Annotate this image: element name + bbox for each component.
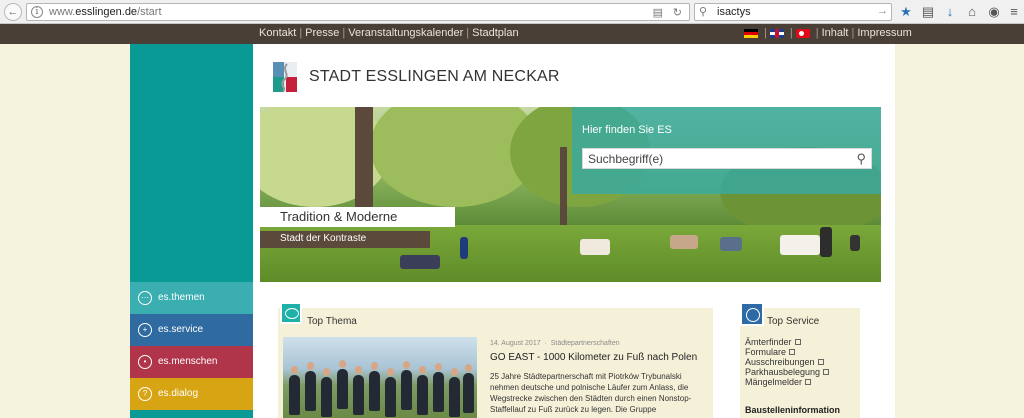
language-links: | | | Inhalt | Impressum bbox=[744, 27, 912, 39]
external-link-icon bbox=[817, 359, 824, 365]
site-top-bar: Kontakt | Presse | Veranstaltungskalender | St… bbox=[0, 24, 1024, 44]
external-link-icon bbox=[794, 339, 801, 345]
main-content: STADT ESSLINGEN AM NECKAR Hier finden Si… bbox=[253, 44, 895, 418]
article-teaser: 25 Jahre Städtepartnerschaft mit Piotrkó… bbox=[490, 372, 692, 414]
ear-icon: ? bbox=[138, 387, 152, 401]
hero-banner: Hier finden Sie ES Suchbegriff(e) ⚲ Trad… bbox=[260, 107, 881, 282]
browser-search-bar[interactable]: ⚲ isactys → bbox=[694, 3, 892, 21]
pocket-icon[interactable]: ◉ bbox=[986, 4, 1002, 20]
back-button[interactable]: ← bbox=[4, 3, 22, 21]
browser-toolbar: ← i www.esslingen.de/start ▤ ↻ ⚲ isactys… bbox=[0, 0, 1024, 24]
article-photo[interactable] bbox=[283, 337, 477, 418]
link-presse[interactable]: Presse bbox=[305, 27, 339, 39]
reader-view-icon[interactable]: ▤ bbox=[653, 6, 663, 19]
sidebar-item-menschen[interactable]: • es.menschen bbox=[130, 346, 253, 378]
left-sidebar: ⋯ es.themen + es.service • es.menschen ?… bbox=[130, 44, 253, 418]
service-link-maengelmelder[interactable]: Mängelmelder bbox=[745, 377, 829, 387]
baustelleninformation-heading[interactable]: Baustelleninformation bbox=[745, 405, 840, 415]
link-impressum[interactable]: Impressum bbox=[857, 27, 911, 39]
search-panel-title: Hier finden Sie ES bbox=[582, 124, 672, 136]
service-link-ausschreibungen[interactable]: Ausschreibungen bbox=[745, 357, 829, 367]
download-icon[interactable]: ↓ bbox=[942, 4, 958, 20]
service-links: Kontakt | Presse | Veranstaltungskalender | St… bbox=[259, 27, 519, 39]
sidebar-item-service[interactable]: + es.service bbox=[130, 314, 253, 346]
site-search-input[interactable]: Suchbegriff(e) ⚲ bbox=[582, 148, 872, 169]
magnifier-icon[interactable]: ⚲ bbox=[856, 151, 866, 167]
search-go-icon[interactable]: → bbox=[877, 5, 888, 17]
search-placeholder: Suchbegriff(e) bbox=[588, 152, 664, 166]
site-logo-text[interactable]: STADT ESSLINGEN AM NECKAR bbox=[309, 68, 560, 86]
turkish-flag-icon[interactable] bbox=[795, 28, 810, 38]
reload-icon[interactable]: ↻ bbox=[673, 6, 682, 19]
german-flag-icon[interactable] bbox=[744, 28, 758, 38]
url-text: www.esslingen.de/start bbox=[49, 6, 162, 18]
external-link-icon bbox=[805, 379, 812, 385]
link-veranstaltungskalender[interactable]: Veranstaltungskalender bbox=[348, 27, 463, 39]
top-service-title: Top Service bbox=[767, 316, 820, 327]
top-service-box: Top Service Ämterfinder Formulare Aussch… bbox=[740, 302, 860, 418]
top-thema-title: Top Thema bbox=[307, 316, 357, 327]
service-link-formulare[interactable]: Formulare bbox=[745, 347, 829, 357]
hero-caption-title: Tradition & Moderne bbox=[260, 207, 455, 227]
search-panel: Hier finden Sie ES Suchbegriff(e) ⚲ bbox=[572, 107, 881, 194]
speech-bubble-icon: ⋯ bbox=[138, 291, 152, 305]
article-headline[interactable]: GO EAST - 1000 Kilometer zu Fuß nach Pol… bbox=[490, 352, 697, 363]
search-icon: ⚲ bbox=[699, 6, 708, 18]
bookmark-star-icon[interactable]: ★ bbox=[898, 4, 914, 20]
top-thema-box: Top Thema 14. August 2017 · Städtepartne… bbox=[278, 302, 713, 418]
sidebar-item-themen[interactable]: ⋯ es.themen bbox=[130, 282, 253, 314]
link-stadtplan[interactable]: Stadtplan bbox=[472, 27, 518, 39]
search-text: isactys bbox=[717, 6, 751, 18]
external-link-icon bbox=[823, 369, 830, 375]
external-link-icon bbox=[789, 349, 796, 355]
city-logo-icon[interactable] bbox=[273, 62, 297, 92]
sidebar-item-dialog[interactable]: ? es.dialog bbox=[130, 378, 253, 410]
people-icon: • bbox=[138, 355, 152, 369]
home-icon[interactable]: ⌂ bbox=[964, 4, 980, 20]
service-link-parkhausbelegung[interactable]: Parkhausbelegung bbox=[745, 367, 830, 377]
menu-icon[interactable]: ≡ bbox=[1006, 4, 1022, 20]
address-bar[interactable]: i www.esslingen.de/start ▤ ↻ bbox=[26, 3, 690, 21]
service-list: Ämterfinder Formulare Ausschreibungen Pa… bbox=[745, 337, 830, 387]
article-meta: 14. August 2017 · Städtepartnerschaften bbox=[490, 340, 620, 347]
service-link-aemterfinder[interactable]: Ämterfinder bbox=[745, 337, 829, 347]
globe-icon: + bbox=[138, 323, 152, 337]
uk-flag-icon[interactable] bbox=[769, 28, 784, 38]
bookmarks-list-icon[interactable]: ▤ bbox=[920, 4, 936, 20]
hero-caption-subtitle: Stadt der Kontraste bbox=[260, 231, 430, 248]
globe-icon bbox=[740, 302, 764, 326]
info-icon[interactable]: i bbox=[31, 6, 43, 18]
link-inhalt[interactable]: Inhalt bbox=[822, 27, 849, 39]
link-kontakt[interactable]: Kontakt bbox=[259, 27, 296, 39]
speech-bubble-icon bbox=[280, 302, 302, 324]
